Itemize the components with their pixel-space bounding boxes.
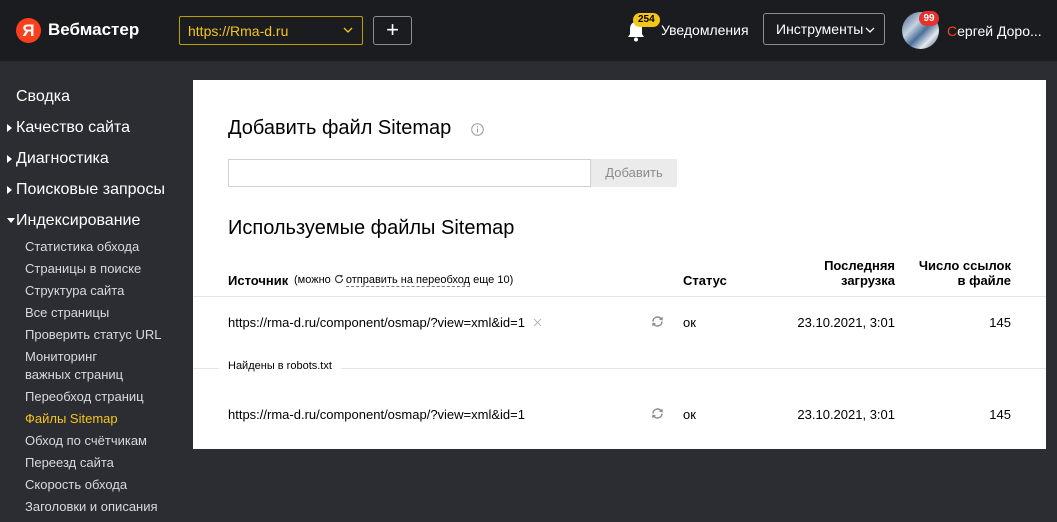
sidebar-subitem-recrawl-pages[interactable]: Переобход страниц [25,388,144,406]
tools-label: Инструменты [776,21,864,37]
refresh-icon[interactable] [651,315,664,328]
refresh-icon [334,274,343,284]
sidebar-subitem-counter-crawl[interactable]: Обход по счётчикам [25,432,147,450]
col-header-links-line1: Число ссылок [918,258,1011,273]
notifications-link[interactable]: Уведомления [661,22,749,38]
site-select-value: https://Rma-d.ru [188,23,289,39]
caret-down-icon [7,218,15,223]
sidebar-subitem-titles-descriptions[interactable]: Заголовки и описания [25,498,158,516]
source-note-suffix: еще 10) [473,274,514,286]
main-panel: Добавить файл Sitemap Добавить Используе… [193,80,1046,449]
top-header: Я Вебмастер https://Rma-d.ru + 254 Уведо… [0,0,1057,61]
sidebar-item-indexing[interactable]: Индексирование [16,212,140,230]
sidebar-item-search-queries[interactable]: Поисковые запросы [16,181,165,199]
info-icon[interactable] [471,123,484,136]
sidebar-subitem-site-move[interactable]: Переезд сайта [25,454,114,472]
refresh-icon[interactable] [651,407,664,420]
chevron-down-icon [343,27,353,33]
robots-section-label: Найдены в robots.txt [219,360,341,372]
sitemap-url-input[interactable] [228,159,591,187]
col-header-links-line2: в файле [957,273,1011,288]
sitemap-url: https://rma-d.ru/component/osmap/?view=x… [228,315,525,330]
sidebar-subitem-site-structure[interactable]: Структура сайта [25,282,124,300]
used-sitemaps-title: Используемые файлы Sitemap [228,217,515,239]
col-header-last-load-line2: загрузка [841,273,895,288]
sitemap-last-load: 23.10.2021, 3:01 [797,315,895,330]
col-header-status: Статус [683,273,727,288]
sidebar-subitem-pages-in-search[interactable]: Страницы в поиске [25,260,141,278]
table-divider [193,296,1046,297]
add-site-button[interactable]: + [373,16,412,45]
col-header-last-load-line1: Последняя [824,258,895,273]
brand-title[interactable]: Вебмастер [48,20,139,40]
col-header-links-count: Число ссылок в файле [901,258,1011,288]
caret-right-icon [7,186,12,194]
sidebar-item-site-quality[interactable]: Качество сайта [16,119,130,137]
sidebar-item-diagnostics[interactable]: Диагностика [16,150,109,168]
sitemap-last-load: 23.10.2021, 3:01 [797,407,895,422]
sitemap-status: ок [683,407,696,422]
sidebar-subitem-crawl-rate[interactable]: Скорость обхода [25,476,127,494]
caret-right-icon [7,124,12,132]
sidebar-subitem-check-url-status[interactable]: Проверить статус URL [25,326,161,344]
add-sitemap-title: Добавить файл Sitemap [228,117,452,139]
sidebar-subitem-important-pages[interactable]: Мониторинг важных страниц [25,348,123,384]
sidebar: Сводка Качество сайта Диагностика Поиско… [0,61,193,522]
user-name-rest: ергей Доро... [957,23,1042,39]
notifications-badge: 254 [633,13,660,27]
sidebar-subitem-sitemap-files[interactable]: Файлы Sitemap [25,410,118,428]
sitemap-links-count: 145 [989,407,1011,422]
recrawl-link[interactable]: отправить на переобход [345,274,471,287]
yandex-logo[interactable]: Я [16,18,41,43]
add-sitemap-button[interactable]: Добавить [591,159,677,187]
avatar-badge: 99 [919,11,939,26]
chevron-down-icon [865,27,875,33]
user-name[interactable]: Сергей Доро... [947,23,1057,39]
tools-dropdown[interactable]: Инструменты [763,13,885,45]
sitemap-url: https://rma-d.ru/component/osmap/?view=x… [228,407,525,422]
sidebar-subitem-crawl-stats[interactable]: Статистика обхода [25,238,139,256]
col-header-source: Источник [228,273,289,288]
sitemap-links-count: 145 [989,315,1011,330]
sitemap-status: ок [683,315,696,330]
close-icon[interactable] [533,318,542,327]
sidebar-item-summary[interactable]: Сводка [16,88,70,106]
site-select[interactable]: https://Rma-d.ru [179,16,363,45]
source-note: (можно отправить на переобход еще 10) [294,274,514,287]
source-note-prefix: (можно [294,274,331,286]
sidebar-subitem-all-pages[interactable]: Все страницы [25,304,109,322]
caret-right-icon [7,155,12,163]
col-header-last-load: Последняя загрузка [795,258,895,288]
user-name-first-letter: С [947,23,958,39]
